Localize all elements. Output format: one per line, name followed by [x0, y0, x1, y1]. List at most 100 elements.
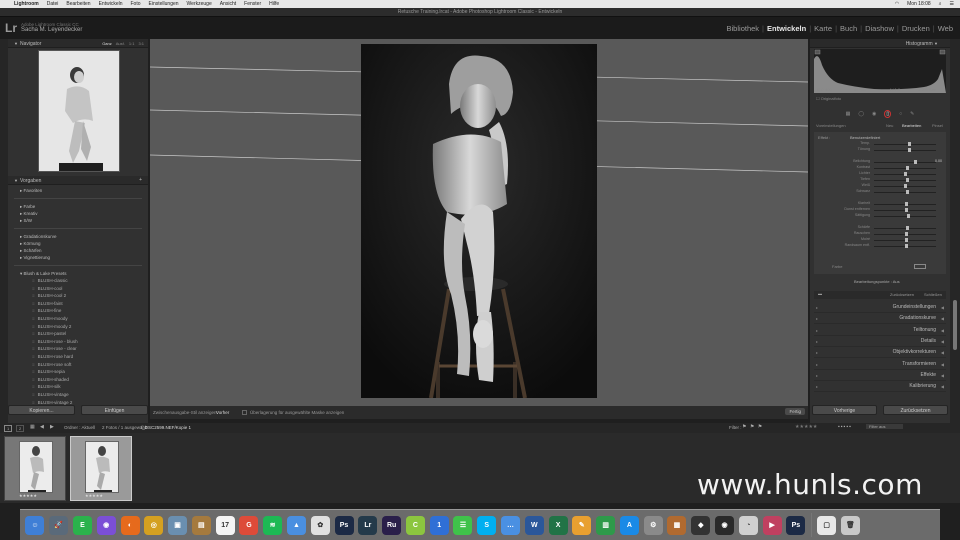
slider-knob[interactable]	[905, 244, 908, 248]
zoom-fill-option[interactable]: Ausf.	[116, 39, 125, 48]
main-image-view[interactable]	[150, 39, 808, 406]
right-panel-edge[interactable]	[950, 39, 960, 423]
1password-icon[interactable]: 1	[429, 515, 449, 535]
section-header[interactable]: ▸ Details	[814, 336, 946, 347]
document-icon[interactable]: ▢	[817, 515, 837, 535]
left-panel-edge[interactable]	[0, 39, 8, 423]
preset-item[interactable]: BLUSH-moody	[8, 315, 148, 323]
appstore-icon[interactable]: A	[619, 515, 639, 535]
menu-app-name[interactable]: Lightroom	[14, 1, 39, 7]
menu-datei[interactable]: Datei	[47, 1, 59, 7]
menu-clock[interactable]: Mon 18:08	[907, 1, 931, 7]
filmstrip-thumb-selected[interactable]: ★★★★★	[70, 436, 132, 501]
filter-dropdown[interactable]: Filter aus	[866, 424, 904, 429]
messages-icon[interactable]: ☰	[453, 515, 473, 535]
slider-track[interactable]	[874, 216, 936, 217]
tab-voreinstellungen[interactable]: Voreinstellungen	[816, 123, 846, 128]
pages-icon[interactable]: ✎	[572, 515, 592, 535]
module-bibliothek[interactable]: Bibliothek	[724, 24, 763, 33]
panel-toggle-icon[interactable]: ▬	[818, 291, 822, 296]
section-header[interactable]: ▸ Kalibrierung	[814, 381, 946, 393]
chat-icon[interactable]: …	[501, 515, 521, 535]
edit-pins-toggle[interactable]: Bearbeitungspunkte : Aus	[854, 279, 900, 284]
histogram-header[interactable]: Histogramm ▼	[810, 39, 950, 48]
copy-settings-button[interactable]: Kopieren...	[8, 405, 75, 415]
main-photo[interactable]	[361, 44, 597, 398]
grid-view-icon[interactable]: ▦	[30, 424, 35, 430]
capture-icon[interactable]: ◆	[691, 515, 711, 535]
slider-knob[interactable]	[906, 178, 909, 182]
original-photo-checkbox[interactable]: ☐ Originalfoto	[816, 96, 841, 101]
zoom-fit-option[interactable]: Ganz	[102, 39, 112, 48]
preset-item[interactable]: BLUSH-classic	[8, 277, 148, 285]
section-switch-icon[interactable]: ▸	[816, 370, 818, 381]
preset-group-sw[interactable]: ▸ S/W	[8, 217, 148, 224]
slider-track[interactable]	[874, 150, 936, 151]
preset-item[interactable]: BLUSH-sepia	[8, 368, 148, 376]
module-karte[interactable]: Karte	[811, 24, 835, 33]
previous-button[interactable]: Vorherige	[812, 405, 877, 415]
exposure-value[interactable]: 0.00	[935, 159, 942, 163]
photos-icon[interactable]: ✿	[310, 515, 330, 535]
slider-knob[interactable]	[907, 214, 910, 218]
slider-knob[interactable]	[905, 202, 908, 206]
spotify-icon[interactable]: ≋	[263, 515, 283, 535]
c-app-icon[interactable]: C	[405, 515, 425, 535]
softproof-value[interactable]: Vorher	[216, 410, 229, 415]
preview-icon[interactable]: ▣	[168, 515, 188, 535]
zoom-3-1-option[interactable]: 3:1	[138, 39, 144, 48]
section-switch-icon[interactable]: ▸	[816, 359, 818, 370]
tab-pinsel[interactable]: Pinsel	[932, 123, 943, 128]
finder-icon[interactable]: ☺	[25, 515, 45, 535]
preset-item[interactable]: BLUSH-rose soft	[8, 361, 148, 369]
filter-stars[interactable]: ★★★★★	[795, 424, 817, 430]
tab-neu[interactable]: Neu	[886, 123, 893, 128]
word-icon[interactable]: W	[524, 515, 544, 535]
notification-center-icon[interactable]: ☰	[950, 1, 954, 7]
preset-item[interactable]: BLUSH-pastel	[8, 330, 148, 338]
paste-settings-button[interactable]: Einfügen	[81, 405, 148, 415]
redeye-icon[interactable]: ◉	[872, 111, 876, 117]
back-arrow-icon[interactable]: ◀	[40, 424, 44, 430]
section-switch-icon[interactable]: ▸	[816, 347, 818, 358]
thumb-stars[interactable]: ★★★★★	[85, 493, 103, 498]
histogram[interactable]: ISO 400 85 mm f / 1.8 1/200 Sek.	[814, 49, 946, 93]
siri-icon[interactable]: ◉	[96, 515, 116, 535]
numbers-icon[interactable]: ▥	[596, 515, 616, 535]
section-header[interactable]: ▸ Grundeinstellungen	[814, 302, 946, 313]
section-header[interactable]: ▸ Objektivkorrekturen	[814, 347, 946, 359]
photoshop-icon[interactable]: Ps	[334, 515, 354, 535]
reset-button[interactable]: Zurücksetzen	[883, 405, 948, 415]
section-switch-icon[interactable]: ▸	[816, 336, 818, 347]
slider-track[interactable]	[874, 192, 936, 193]
menu-ansicht[interactable]: Ansicht	[220, 1, 236, 7]
slider-knob[interactable]	[908, 142, 911, 146]
effect-dropdown[interactable]: Benutzerdefiniert	[850, 135, 880, 140]
section-header[interactable]: ▸ Teiltonung	[814, 325, 946, 336]
module-web[interactable]: Web	[935, 24, 956, 33]
preset-item[interactable]: BLUSH-vintage	[8, 391, 148, 399]
preset-item[interactable]: BLUSH-moody 2	[8, 323, 148, 331]
graduated-filter-icon[interactable]: ▯	[884, 109, 892, 118]
wifi-icon[interactable]: ◠	[895, 1, 899, 7]
preset-item[interactable]: BLUSH-rose - blush	[8, 338, 148, 346]
done-button[interactable]: Fertig	[785, 408, 805, 415]
zoom-1-1-option[interactable]: 1:1	[129, 39, 135, 48]
filemaker-icon[interactable]: ▦	[667, 515, 687, 535]
notebook-icon[interactable]: ▤	[191, 515, 211, 535]
menu-bearbeiten[interactable]: Bearbeiten	[66, 1, 90, 7]
preset-item[interactable]: BLUSH-fine	[8, 307, 148, 315]
section-header[interactable]: ▸ Gradationskurve	[814, 313, 946, 325]
page-2[interactable]: 2	[16, 425, 25, 432]
tab-bearbeiten[interactable]: Bearbeiten	[902, 123, 921, 128]
slider-knob[interactable]	[914, 160, 917, 164]
preset-item[interactable]: BLUSH-cool 2	[8, 292, 148, 300]
section-switch-icon[interactable]: ▸	[816, 381, 818, 392]
slider-track[interactable]	[874, 144, 936, 145]
slider-knob[interactable]	[908, 148, 911, 152]
color-swatch[interactable]	[914, 264, 926, 269]
menu-fenster[interactable]: Fenster	[244, 1, 261, 7]
preset-item[interactable]: BLUSH-rose hard	[8, 353, 148, 361]
preset-group-blush[interactable]: ▾ Blush & Lake Presets	[8, 270, 148, 277]
camera-app-icon[interactable]: ◉	[715, 515, 735, 535]
